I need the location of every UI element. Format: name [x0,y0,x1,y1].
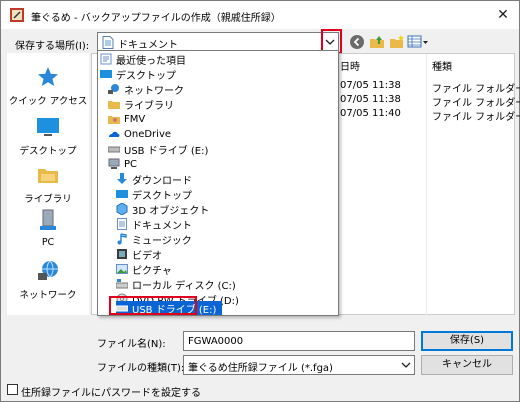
place-library[interactable]: ライブラリ [7,163,89,205]
desktop-icon [116,190,128,198]
dropdown-item-music[interactable]: ミュージック [116,232,192,247]
pc-icon [40,209,56,230]
places-bar: クイック アクセス デスクトップ ライブラリ PC ネットワーク [7,53,89,315]
up-folder-icon[interactable] [369,34,385,50]
network-icon [108,84,119,94]
close-icon[interactable]: ✕ [493,5,513,25]
save-location-label: 保存する場所(I): [15,41,90,52]
place-label: クイック アクセス [8,96,88,107]
password-checkbox-label[interactable]: 住所録ファイルにパスワードを設定する [21,384,201,399]
back-icon[interactable] [349,34,365,50]
library-icon [108,101,120,109]
dropdown-item-fmv[interactable]: FMV [108,112,145,126]
dropdown-item-usb[interactable]: USB ドライブ (E:) [108,142,208,157]
local-disk-icon [116,279,128,289]
user-icon [108,116,120,124]
selected-item-highlight [109,296,197,315]
music-icon [117,233,127,245]
backup-save-dialog: 筆ぐるめ - バックアップファイルの作成（親戚住所録） ✕ 保存する場所(I):… [0,0,520,402]
file-row-type: ファイル フォルダー [432,98,520,109]
column-header-type[interactable]: 種類 [432,58,452,73]
file-row-date: 07/05 11:40 [340,108,401,119]
title-bar: 筆ぐるめ - バックアップファイルの作成（親戚住所録） ✕ [1,1,519,29]
network-icon [38,260,58,280]
cube-icon [116,203,128,215]
place-label: ライブラリ [24,194,72,205]
app-icon [10,8,24,22]
window-title: 筆ぐるめ - バックアップファイルの作成（親戚住所録） [31,13,281,24]
dropdown-item-pictures[interactable]: ピクチャ [116,262,172,277]
new-folder-icon[interactable] [389,34,405,50]
library-icon [38,169,58,183]
filename-label: ファイル名(N): [97,339,166,350]
dropdown-item-documents[interactable]: ドキュメント [116,217,192,232]
dropdown-item-recent[interactable]: 最近使った項目 [100,52,186,67]
save-button[interactable]: 保存(S) [421,331,513,351]
onedrive-icon [109,131,120,137]
place-label: デスクトップ [19,146,77,157]
dropdown-item-download[interactable]: ダウンロード [116,172,192,187]
file-row-type: ファイル フォルダー [432,84,520,95]
dropdown-item-pc[interactable]: PC [108,157,137,171]
pc-icon [108,158,120,169]
star-icon [38,67,58,86]
dropdown-item-onedrive[interactable]: OneDrive [108,127,171,141]
column-header-date[interactable]: 日時 [340,58,360,73]
file-row-date: 07/05 11:38 [340,94,401,105]
document-icon [117,218,127,230]
password-checkbox[interactable] [7,384,18,395]
video-icon [117,249,127,259]
place-network[interactable]: ネットワーク [7,259,89,301]
place-pc[interactable]: PC [7,209,89,248]
dropdown-item-desktop[interactable]: デスクトップ [100,67,176,82]
usb-drive-icon [108,146,120,153]
dropdown-item-desktop-pc[interactable]: デスクトップ [116,187,192,202]
file-row-date: 07/05 11:38 [340,80,401,91]
desktop-icon [37,118,59,136]
chevron-down-icon[interactable] [398,356,414,374]
filetype-select[interactable]: 筆ぐるめ住所録ファイル (*.fga) [183,355,415,375]
place-quick-access[interactable]: クイック アクセス [7,65,89,107]
location-dropdown-list[interactable]: 最近使った項目 デスクトップ ネットワーク ライブラリ FMV OneDrive… [97,50,339,316]
download-icon [117,173,127,184]
save-location-value: ドキュメント [118,40,178,51]
place-label: PC [41,237,55,248]
recent-icon [100,53,112,65]
dropdown-item-3d-objects[interactable]: 3D オブジェクト [116,202,209,217]
dropdown-item-network[interactable]: ネットワーク [108,82,184,97]
dropdown-item-library[interactable]: ライブラリ [108,97,174,112]
column-separator [426,54,427,316]
document-icon [102,36,114,49]
file-row-type: ファイル フォルダー [432,112,520,123]
desktop-icon [100,70,112,78]
dropdown-item-local-disk[interactable]: ローカル ディスク (C:) [116,277,236,292]
dropdown-item-video[interactable]: ビデオ [116,247,162,262]
place-label: ネットワーク [19,290,77,301]
place-desktop[interactable]: デスクトップ [7,115,89,157]
filetype-value: 筆ぐるめ住所録ファイル (*.fga) [188,363,333,374]
picture-icon [116,264,128,274]
cancel-button[interactable]: キャンセル [421,355,513,375]
save-location-combo[interactable]: ドキュメント [97,32,339,52]
filetype-label: ファイルの種類(T): [97,363,185,374]
filename-input[interactable] [183,331,415,351]
view-menu-icon[interactable] [407,34,429,50]
